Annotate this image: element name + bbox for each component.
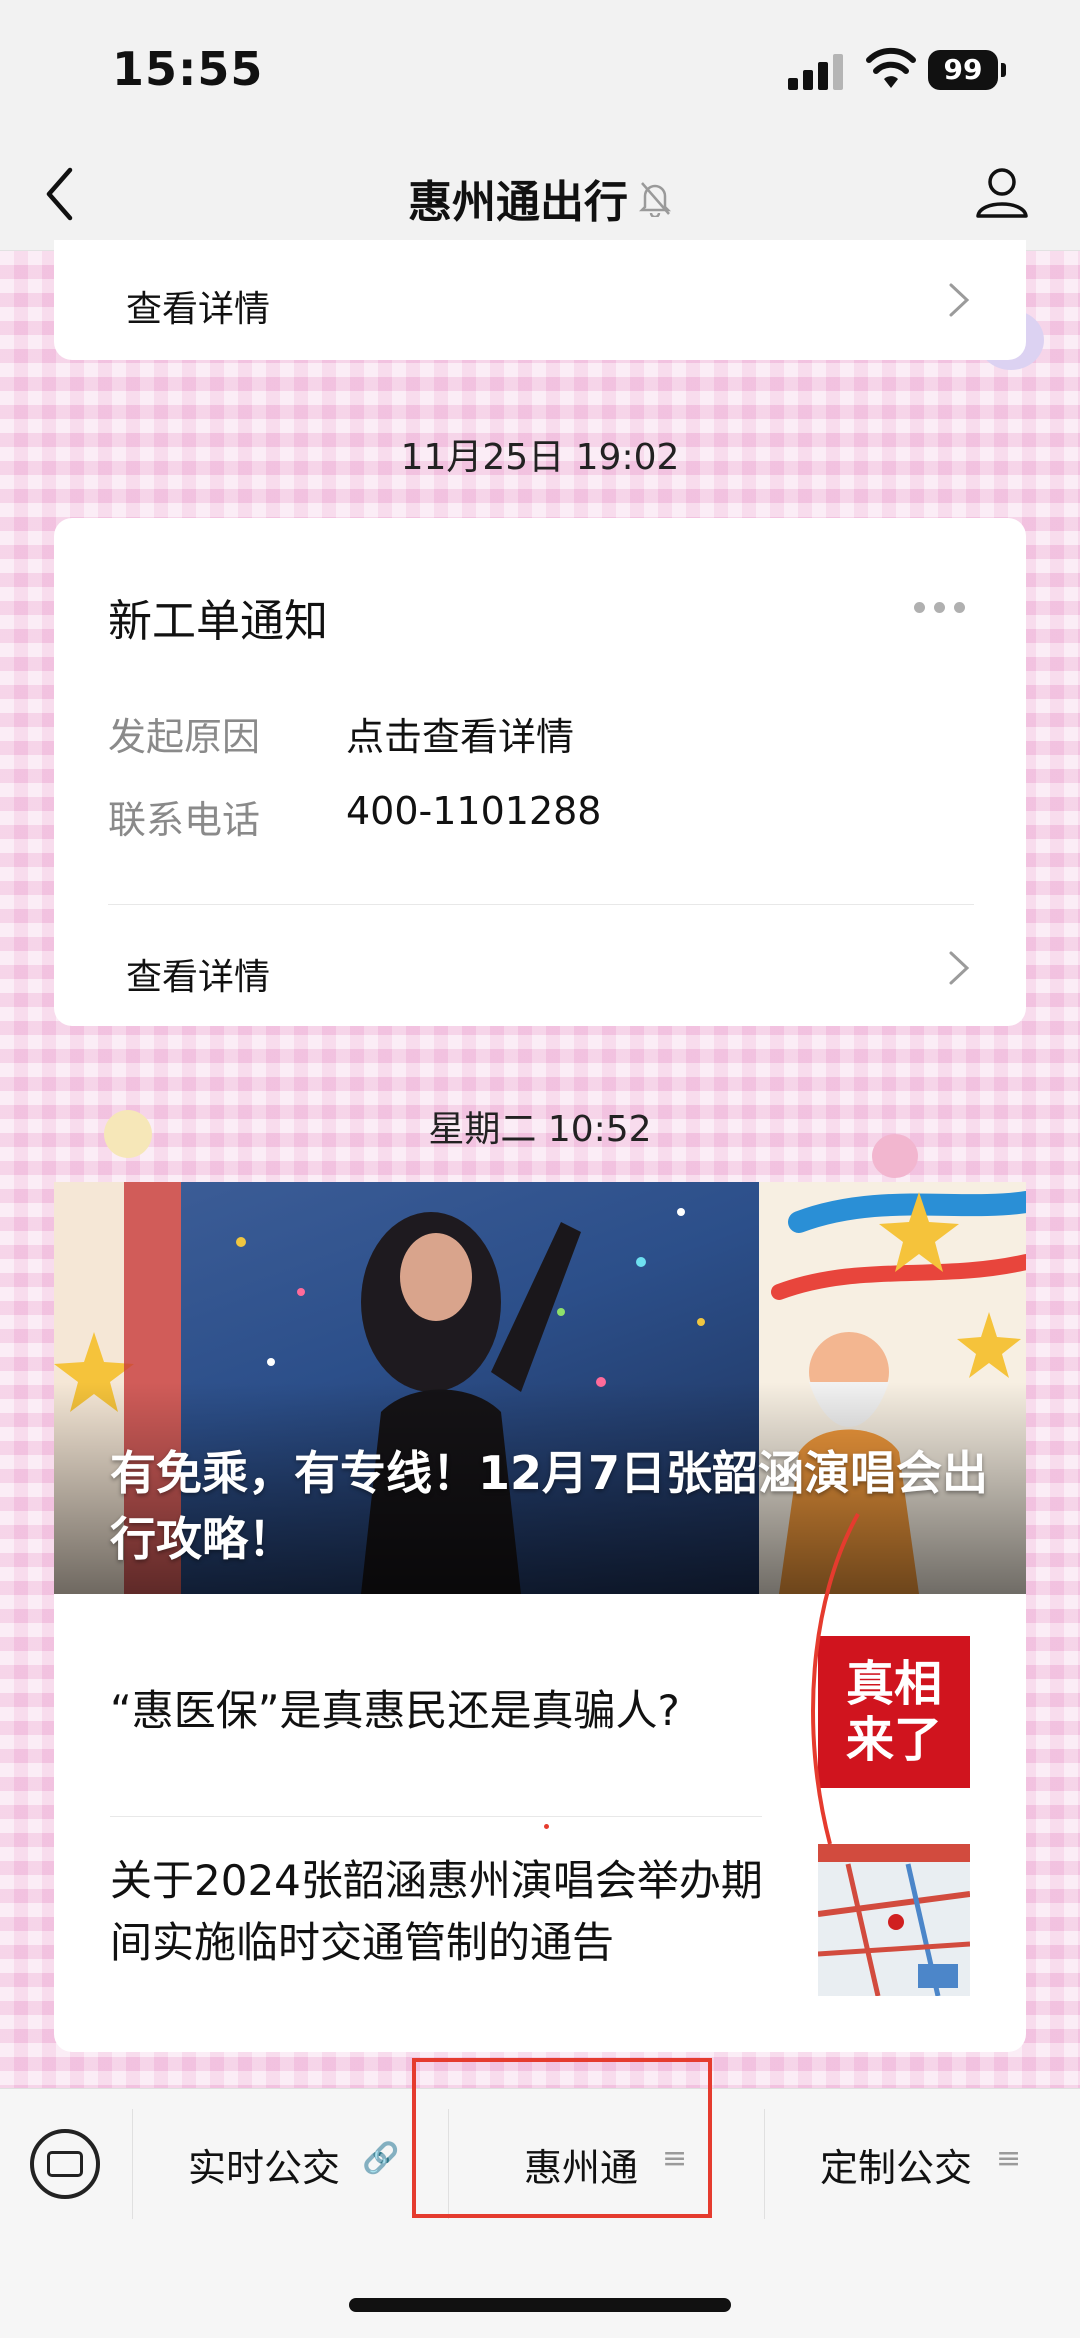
muted-bell-icon (638, 182, 672, 217)
chevron-right-icon (949, 283, 970, 317)
battery-indicator: 99 (928, 50, 1006, 90)
view-details-label: 查看详情 (126, 957, 271, 998)
view-details-label: 查看详情 (126, 289, 271, 330)
menu-item-label: 定制公交 (820, 2146, 973, 2190)
previous-message-card: 查看详情 (54, 240, 1026, 360)
message-timestamp: 星期二 10:52 (428, 1109, 652, 1150)
menu-lines-icon: ≡ (996, 2141, 1022, 2176)
notification-view-details-row[interactable]: 查看详情 (54, 926, 1026, 1006)
article-map-thumbnail (818, 1844, 970, 1996)
profile-icon[interactable] (972, 162, 1032, 222)
notification-title: 新工单通知 (108, 596, 328, 647)
article-title: 关于2024张韶涵惠州演唱会举办期间实施临时交通管制的通告 (110, 1856, 763, 1967)
wifi-icon (866, 47, 916, 88)
nav-bar: 惠州通出行 (0, 140, 1080, 251)
article-divider (110, 1816, 762, 1817)
highlight-box (412, 2058, 712, 2218)
field-value-reason: 点击查看详情 (346, 715, 575, 759)
view-details-row[interactable]: 查看详情 (54, 258, 1026, 338)
message-timestamp: 11月25日 19:02 (400, 437, 680, 478)
annotation-arrow (811, 1513, 860, 1845)
signal-icon (788, 52, 844, 90)
link-icon: 🔗 (362, 2141, 400, 2176)
annotation-dot (544, 1824, 549, 1829)
chevron-right-icon (949, 951, 970, 985)
field-value-phone[interactable]: 400-1101288 (346, 789, 601, 833)
field-label-reason: 发起原因 (108, 715, 261, 759)
home-indicator (349, 2298, 731, 2312)
menu-item-label: 实时公交 (188, 2146, 341, 2190)
article-title: “惠医保”是真惠民还是真骗人? (110, 1686, 680, 1735)
page-title: 惠州通出行 (408, 177, 628, 228)
card-divider (108, 904, 974, 905)
menu-separator (764, 2109, 765, 2219)
more-options-icon[interactable] (914, 602, 966, 614)
status-time: 15:55 (112, 42, 264, 96)
status-bar: 15:55 99 (0, 0, 1080, 140)
menu-separator (132, 2109, 133, 2219)
news-banner[interactable]: 有免乘，有专线！12月7日张韶涵演唱会出行攻略！ (54, 1182, 1026, 1594)
field-label-phone: 联系电话 (108, 798, 261, 842)
keyboard-toggle-icon[interactable] (30, 2129, 100, 2199)
